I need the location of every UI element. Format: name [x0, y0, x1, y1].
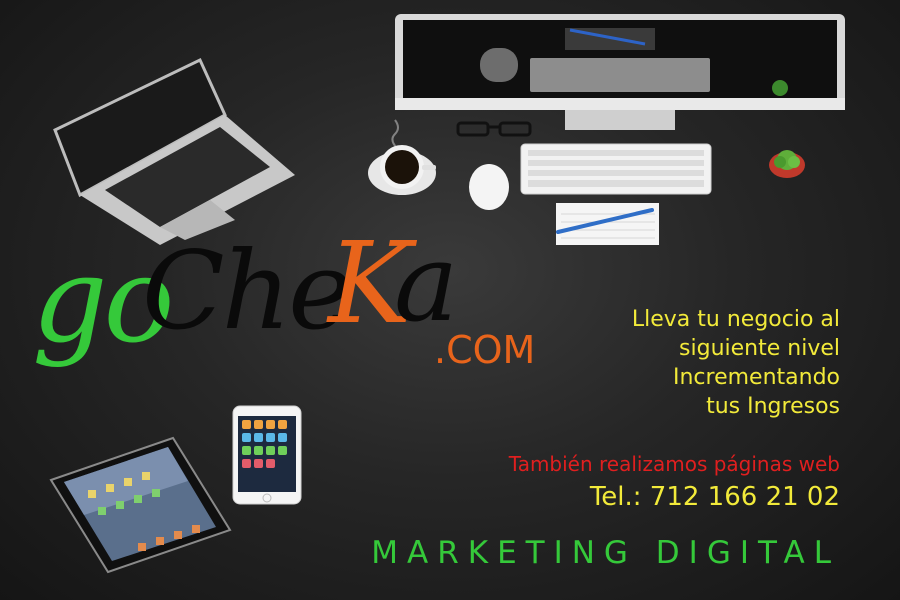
pen-icon: [556, 208, 654, 234]
desktop-monitor-icon: [395, 14, 845, 130]
web-services-text: También realizamos páginas web: [508, 452, 840, 476]
tagline: Lleva tu negocio al siguiente nivel Incr…: [520, 305, 840, 421]
phone-number: Tel.: 712 166 21 02: [589, 482, 840, 512]
tagline-line: Lleva tu negocio al: [631, 307, 840, 332]
smartphone-icon: [232, 405, 302, 505]
tagline-line: Incrementando: [672, 365, 840, 390]
marketing-digital-footer: MARKETING DIGITAL: [371, 535, 840, 571]
brand-logo: go Che K a .COM: [32, 219, 552, 375]
keyboard-icon: [520, 143, 712, 195]
logo-che: Che: [142, 229, 352, 354]
plant-icon: [769, 150, 805, 178]
mouse-icon: [469, 164, 509, 210]
glasses-icon: [456, 121, 532, 137]
tablet-icon: [49, 436, 232, 574]
coffee-cup-icon: [368, 119, 436, 195]
tagline-line: tus Ingresos: [706, 394, 840, 419]
tagline-line: siguiente nivel: [679, 336, 840, 361]
